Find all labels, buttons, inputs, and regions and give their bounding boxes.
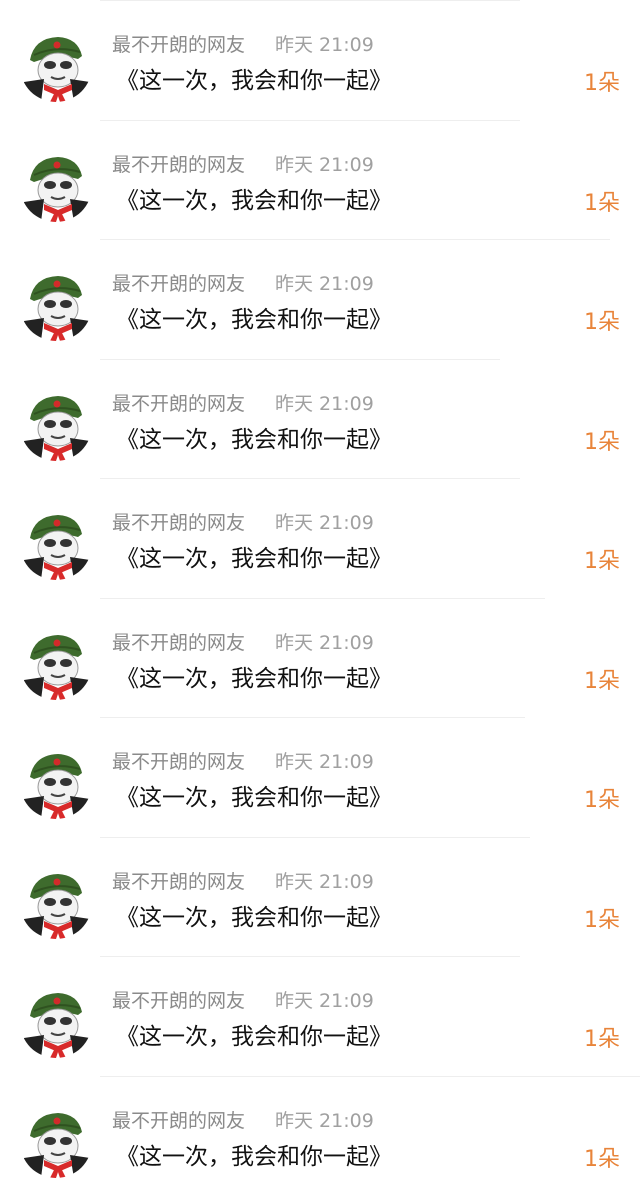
timestamp: 昨天 21:09 <box>275 989 374 1013</box>
flower-count: 1朵 <box>584 548 620 576</box>
panda-meme-avatar-icon[interactable] <box>20 30 92 102</box>
divider <box>100 239 610 240</box>
divider <box>100 478 520 479</box>
user-name[interactable]: 最不开朗的网友 <box>112 631 245 655</box>
divider <box>100 598 545 599</box>
list-item[interactable]: 最不开朗的网友 昨天 21:09 《这一次，我会和你一起》 1朵 <box>0 717 640 837</box>
list-item[interactable]: 最不开朗的网友 昨天 21:09 《这一次，我会和你一起》 1朵 <box>0 0 640 120</box>
list-item[interactable]: 最不开朗的网友 昨天 21:09 《这一次，我会和你一起》 1朵 <box>0 120 640 240</box>
user-name[interactable]: 最不开朗的网友 <box>112 272 245 296</box>
user-name[interactable]: 最不开朗的网友 <box>112 153 245 177</box>
panda-meme-avatar-icon[interactable] <box>20 508 92 580</box>
timestamp: 昨天 21:09 <box>275 870 374 894</box>
user-name[interactable]: 最不开朗的网友 <box>112 33 245 57</box>
panda-meme-avatar-icon[interactable] <box>20 1106 92 1178</box>
divider <box>100 956 520 957</box>
panda-meme-avatar-icon[interactable] <box>20 269 92 341</box>
message-text: 《这一次，我会和你一起》 <box>116 66 392 96</box>
user-name[interactable]: 最不开朗的网友 <box>112 750 245 774</box>
timestamp: 昨天 21:09 <box>275 153 374 177</box>
list-item[interactable]: 最不开朗的网友 昨天 21:09 《这一次，我会和你一起》 1朵 <box>0 837 640 957</box>
message-text: 《这一次，我会和你一起》 <box>116 1142 392 1172</box>
flower-count: 1朵 <box>584 190 620 218</box>
timestamp: 昨天 21:09 <box>275 511 374 535</box>
divider <box>100 837 530 838</box>
timestamp: 昨天 21:09 <box>275 392 374 416</box>
message-text: 《这一次，我会和你一起》 <box>116 425 392 455</box>
flower-count: 1朵 <box>584 429 620 457</box>
flower-count: 1朵 <box>584 787 620 815</box>
panda-meme-avatar-icon[interactable] <box>20 150 92 222</box>
divider <box>100 120 520 121</box>
user-name[interactable]: 最不开朗的网友 <box>112 1109 245 1133</box>
panda-meme-avatar-icon[interactable] <box>20 867 92 939</box>
message-text: 《这一次，我会和你一起》 <box>116 305 392 335</box>
flower-count: 1朵 <box>584 668 620 696</box>
list-item[interactable]: 最不开朗的网友 昨天 21:09 《这一次，我会和你一起》 1朵 <box>0 478 640 598</box>
panda-meme-avatar-icon[interactable] <box>20 628 92 700</box>
divider <box>100 1076 640 1077</box>
divider <box>100 0 520 1</box>
timestamp: 昨天 21:09 <box>275 1109 374 1133</box>
panda-meme-avatar-icon[interactable] <box>20 747 92 819</box>
flower-count: 1朵 <box>584 907 620 935</box>
list-item[interactable]: 最不开朗的网友 昨天 21:09 《这一次，我会和你一起》 1朵 <box>0 359 640 479</box>
user-name[interactable]: 最不开朗的网友 <box>112 511 245 535</box>
message-text: 《这一次，我会和你一起》 <box>116 186 392 216</box>
message-text: 《这一次，我会和你一起》 <box>116 783 392 813</box>
message-text: 《这一次，我会和你一起》 <box>116 903 392 933</box>
message-text: 《这一次，我会和你一起》 <box>116 1022 392 1052</box>
list-item[interactable]: 最不开朗的网友 昨天 21:09 《这一次，我会和你一起》 1朵 <box>0 956 640 1076</box>
timestamp: 昨天 21:09 <box>275 272 374 296</box>
list-item[interactable]: 最不开朗的网友 昨天 21:09 《这一次，我会和你一起》 1朵 <box>0 239 640 359</box>
user-name[interactable]: 最不开朗的网友 <box>112 392 245 416</box>
message-text: 《这一次，我会和你一起》 <box>116 544 392 574</box>
timestamp: 昨天 21:09 <box>275 631 374 655</box>
panda-meme-avatar-icon[interactable] <box>20 986 92 1058</box>
flower-count: 1朵 <box>584 1026 620 1054</box>
panda-meme-avatar-icon[interactable] <box>20 389 92 461</box>
message-text: 《这一次，我会和你一起》 <box>116 664 392 694</box>
timestamp: 昨天 21:09 <box>275 750 374 774</box>
flower-count: 1朵 <box>584 70 620 98</box>
timestamp: 昨天 21:09 <box>275 33 374 57</box>
flower-count: 1朵 <box>584 1146 620 1174</box>
divider <box>100 359 500 360</box>
user-name[interactable]: 最不开朗的网友 <box>112 989 245 1013</box>
user-name[interactable]: 最不开朗的网友 <box>112 870 245 894</box>
list-item[interactable]: 最不开朗的网友 昨天 21:09 《这一次，我会和你一起》 1朵 <box>0 598 640 718</box>
divider <box>100 717 525 718</box>
list-item[interactable]: 最不开朗的网友 昨天 21:09 《这一次，我会和你一起》 1朵 <box>0 1076 640 1195</box>
flower-count: 1朵 <box>584 309 620 337</box>
